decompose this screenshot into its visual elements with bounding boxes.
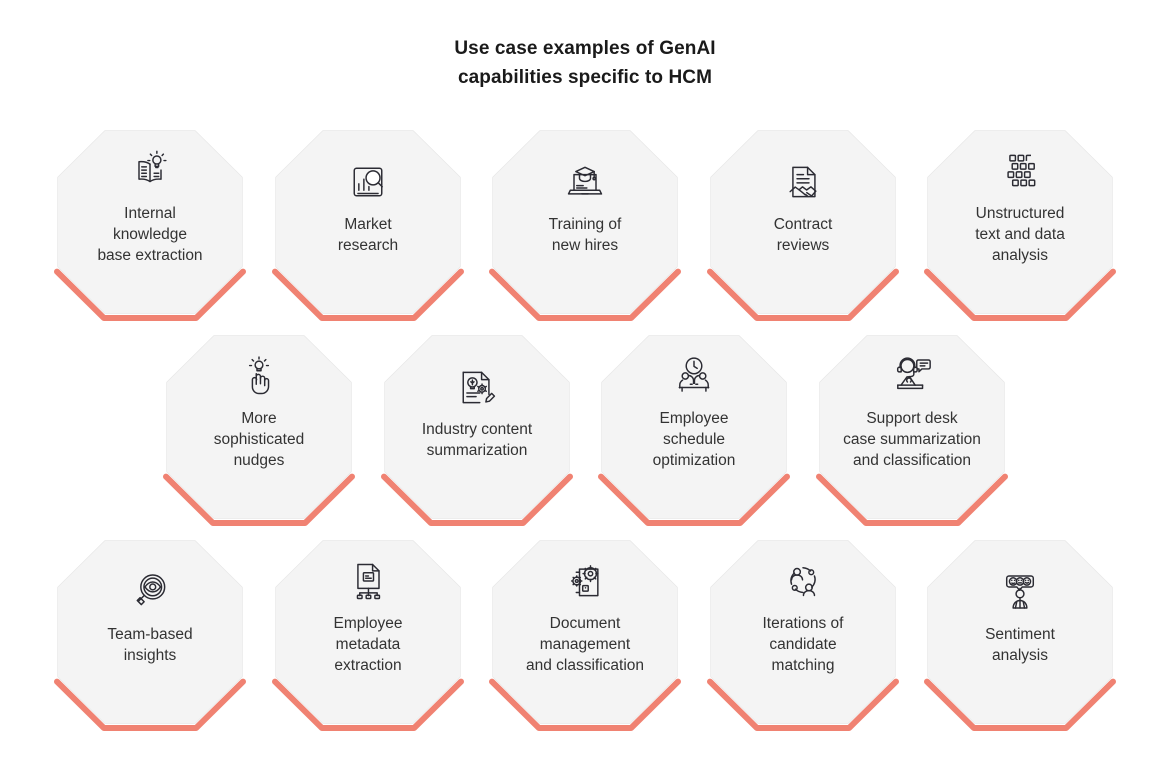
hex-label: Training of new hires [548, 215, 622, 254]
hex-cell-1-1[interactable]: Internal knowledge base extraction [54, 128, 246, 321]
hex-label: Team-based insights [107, 625, 193, 664]
hex-content: Sentiment analysis [925, 538, 1115, 696]
hex-cell-2-2[interactable]: Industry content summarization [381, 333, 573, 526]
hex-label: Iterations of candidate matching [762, 615, 844, 674]
page-title-line-1: Use case examples of GenAI [454, 38, 716, 59]
hex-content: Training of new hires [490, 128, 680, 286]
hex-content: Industry content summarization [382, 333, 572, 491]
page-title-line-2: capabilities specific to HCM [457, 67, 713, 88]
hex-label: Support desk case summarization and clas… [843, 410, 981, 469]
person-clock-desk-icon [671, 353, 717, 399]
document-lightbulb-gear-icon [454, 364, 500, 410]
hex-cell-1-3[interactable]: Training of new hires [489, 128, 681, 321]
hex-label: Employee metadata extraction [333, 615, 403, 674]
document-gears-icon [562, 558, 608, 604]
hex-content: Internal knowledge base extraction [55, 128, 245, 286]
hex-cell-2-4[interactable]: Support desk case summarization and clas… [816, 333, 1008, 526]
hex-label: Market research [337, 215, 399, 254]
hex-cell-3-1[interactable]: Team-based insights [54, 538, 246, 731]
hex-content: Contract reviews [708, 128, 898, 286]
person-emoji-chat-icon [997, 569, 1043, 615]
hex-cell-1-2[interactable]: Market research [272, 128, 464, 321]
hex-label: Unstructured text and data analysis [975, 205, 1065, 264]
hex-cell-3-2[interactable]: Employee metadata extraction [272, 538, 464, 731]
hex-content: Iterations of candidate matching [708, 538, 898, 696]
document-handshake-icon [780, 159, 826, 205]
page-title: Use case examples of GenAI capabilities … [0, 34, 1170, 92]
hex-cell-2-1[interactable]: More sophisticated nudges [163, 333, 355, 526]
hex-cell-1-5[interactable]: Unstructured text and data analysis [924, 128, 1116, 321]
hex-label: Employee schedule optimization [652, 410, 736, 469]
laptop-graduation-cap-icon [562, 159, 608, 205]
hex-cell-3-3[interactable]: Document management and classification [489, 538, 681, 731]
hex-content: Document management and classification [490, 538, 680, 696]
hex-cell-3-4[interactable]: Iterations of candidate matching [707, 538, 899, 731]
hex-content: Employee schedule optimization [599, 333, 789, 491]
hex-label: Document management and classification [525, 615, 645, 674]
hex-content: More sophisticated nudges [164, 333, 354, 491]
data-squares-grid-icon [997, 148, 1043, 194]
open-book-lightbulb-icon [127, 148, 173, 194]
hex-cell-3-5[interactable]: Sentiment analysis [924, 538, 1116, 731]
hex-label: More sophisticated nudges [213, 410, 305, 469]
hex-cell-1-4[interactable]: Contract reviews [707, 128, 899, 321]
hand-tap-lightbulb-icon [236, 353, 282, 399]
hex-label: Internal knowledge base extraction [97, 205, 203, 264]
hex-label: Industry content summarization [421, 420, 533, 459]
hex-content: Unstructured text and data analysis [925, 128, 1115, 286]
hex-content: Support desk case summarization and clas… [817, 333, 1007, 491]
document-network-icon [345, 558, 391, 604]
infographic-canvas: Use case examples of GenAI capabilities … [0, 0, 1170, 767]
headset-agent-chat-icon [889, 353, 935, 399]
hex-cell-2-3[interactable]: Employee schedule optimization [598, 333, 790, 526]
hex-content: Employee metadata extraction [273, 538, 463, 696]
hex-label: Sentiment analysis [985, 625, 1055, 664]
hex-content: Team-based insights [55, 538, 245, 696]
people-cycle-icon [780, 558, 826, 604]
hex-content: Market research [273, 128, 463, 286]
chart-magnifier-icon [345, 159, 391, 205]
magnifier-eye-icon [127, 569, 173, 615]
hex-label: Contract reviews [773, 215, 833, 254]
